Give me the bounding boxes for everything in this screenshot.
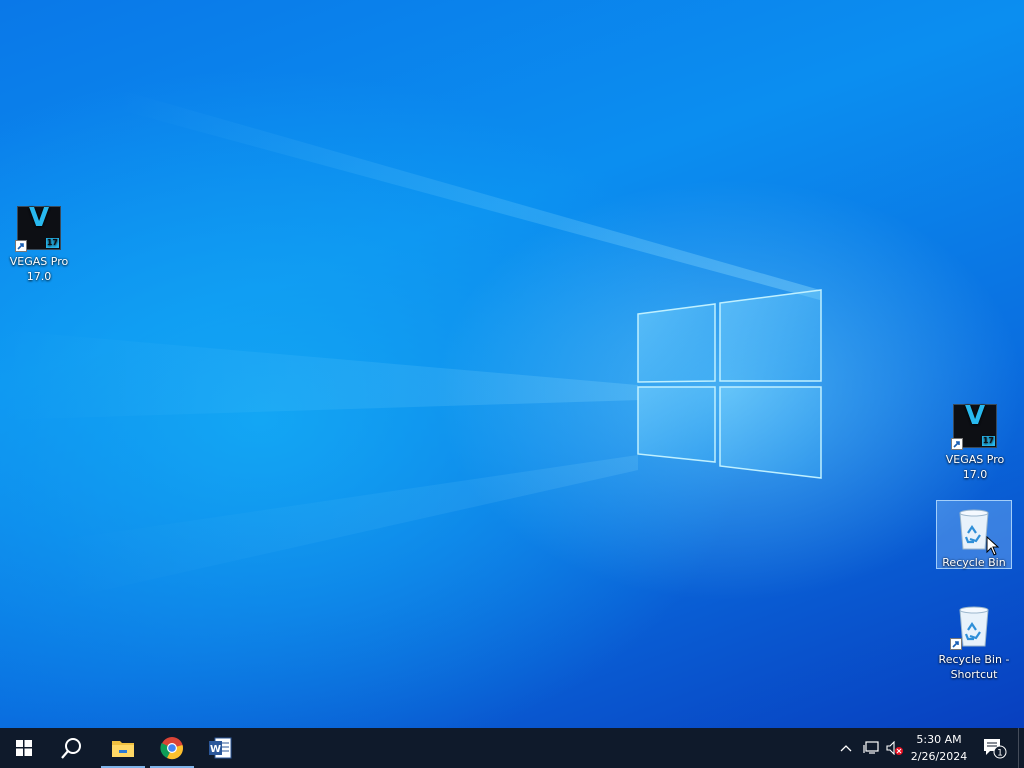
vegas-pro-icon: V 17 xyxy=(15,204,63,252)
start-button[interactable] xyxy=(0,728,48,768)
show-desktop-button[interactable] xyxy=(1018,728,1024,768)
desktop-icon-vegas-pro-right[interactable]: V 17 VEGAS Pro 17.0 xyxy=(937,398,1013,482)
clock-date: 2/26/2024 xyxy=(910,750,968,763)
search-button[interactable] xyxy=(48,728,96,768)
taskbar-clock[interactable]: 5:30 AM 2/26/2024 xyxy=(904,728,974,768)
recycle-bin-icon xyxy=(950,602,998,650)
desktop-icon-label: VEGAS Pro 17.0 xyxy=(945,453,1005,481)
windows-logo-wallpaper xyxy=(637,289,822,479)
shortcut-arrow-icon xyxy=(951,438,963,450)
wallpaper-light-beams xyxy=(0,90,822,600)
desktop-icon-vegas-pro-left[interactable]: V 17 VEGAS Pro 17.0 xyxy=(1,200,77,284)
shortcut-arrow-icon xyxy=(15,240,27,252)
mouse-cursor-icon xyxy=(986,536,1000,556)
chevron-up-icon xyxy=(840,745,852,752)
shortcut-arrow-icon xyxy=(950,638,962,650)
taskbar-chrome[interactable] xyxy=(148,728,196,768)
taskbar: W 5:30 AM 2/26/2024 1 xyxy=(0,728,1024,768)
svg-text:W: W xyxy=(210,744,221,755)
search-icon xyxy=(61,738,81,759)
clock-time: 5:30 AM xyxy=(916,733,962,746)
folder-icon xyxy=(112,741,134,757)
desktop-icon-label: VEGAS Pro 17.0 xyxy=(9,255,69,283)
taskbar-word[interactable]: W xyxy=(196,728,244,768)
word-icon: W xyxy=(209,737,232,759)
windows-logo-icon xyxy=(16,740,32,756)
taskbar-file-explorer[interactable] xyxy=(99,728,147,768)
network-tray-button[interactable] xyxy=(860,728,882,768)
desktop-icon-recycle-bin-shortcut[interactable]: Recycle Bin - Shortcut xyxy=(936,598,1012,682)
chrome-icon xyxy=(160,737,183,760)
desktop[interactable]: V 17 VEGAS Pro 17.0 V 17 VEGAS Pro 17.0 xyxy=(0,0,1024,728)
desktop-icon-recycle-bin[interactable]: Recycle Bin xyxy=(936,500,1012,569)
vegas-pro-icon: V 17 xyxy=(951,402,999,450)
notification-icon: 1 xyxy=(984,739,1007,759)
notification-count: 1 xyxy=(997,749,1003,759)
desktop-icon-label: Recycle Bin xyxy=(942,556,1006,569)
volume-tray-button[interactable] xyxy=(884,728,906,768)
volume-muted-icon xyxy=(886,741,903,755)
tray-overflow-button[interactable] xyxy=(836,728,856,768)
network-icon xyxy=(863,741,879,754)
desktop-icon-label: Recycle Bin - Shortcut xyxy=(938,653,1010,681)
action-center-button[interactable]: 1 xyxy=(978,728,1012,768)
